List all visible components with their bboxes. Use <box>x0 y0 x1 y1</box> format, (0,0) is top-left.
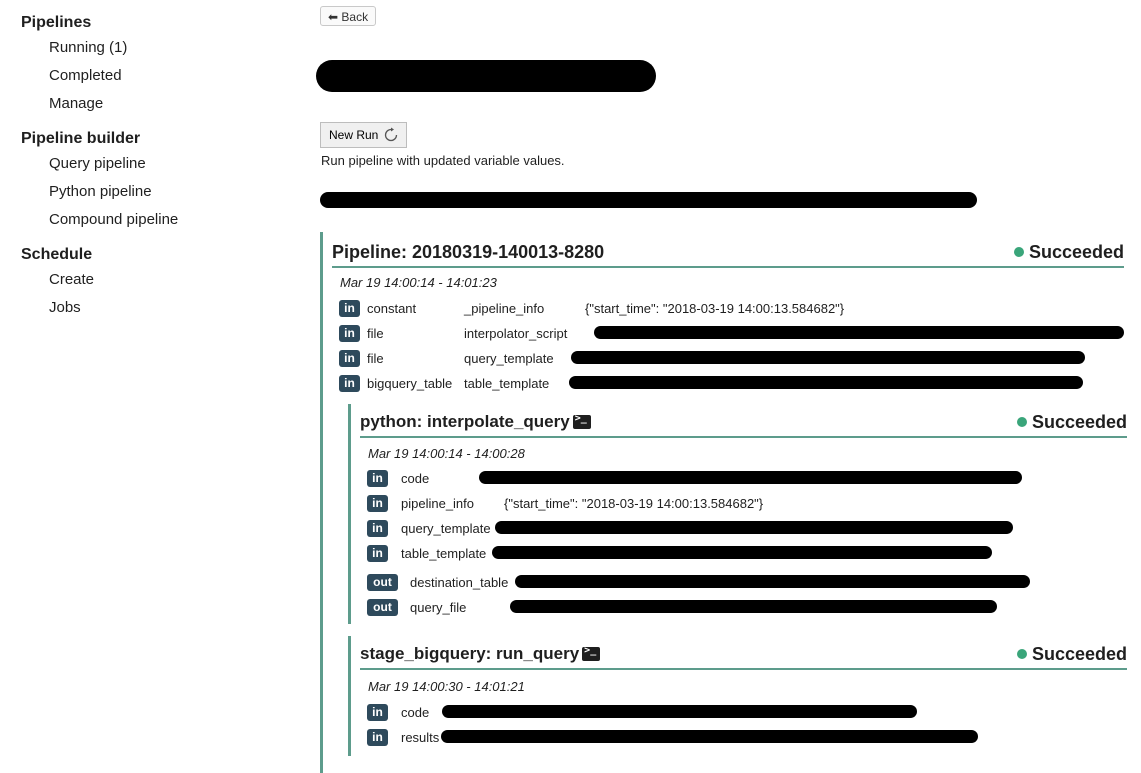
io-name: code <box>401 704 430 720</box>
in-badge: in <box>339 374 360 392</box>
success-dot-icon <box>1016 417 1027 427</box>
io-name: results <box>401 729 440 745</box>
stage-panel-run-query: stage_bigquery: run_query Succeeded Mar … <box>348 636 1127 756</box>
in-badge: in <box>339 324 360 342</box>
terminal-icon[interactable] <box>572 413 591 429</box>
input-type: bigquery_table <box>367 375 453 391</box>
input-type: file <box>367 350 384 366</box>
redacted-value <box>594 326 1124 339</box>
redacted-value <box>441 730 978 743</box>
in-badge: in <box>367 703 388 721</box>
stage-io-row: in code <box>367 469 1107 487</box>
stage-time-range: Mar 19 14:00:30 - 14:01:21 <box>368 679 525 694</box>
nav-heading-pipeline-builder: Pipeline builder <box>21 130 141 147</box>
stage-io-row: in table_template <box>367 544 1107 562</box>
pipeline-input-row: in constant _pipeline_info {"start_time"… <box>339 299 1119 317</box>
back-button[interactable]: ⬅ Back <box>320 6 377 26</box>
in-badge: in <box>339 349 360 367</box>
stage-status-label: Succeeded <box>1031 411 1127 432</box>
pipeline-title: Pipeline: 20180319-140013-8280 <box>332 241 605 262</box>
redacted-value <box>569 376 1083 389</box>
stage-status: Succeeded <box>1016 643 1127 665</box>
new-run-button[interactable]: New Run <box>320 122 408 148</box>
stage-io-row: out destination_table <box>367 573 1107 591</box>
pipeline-status: Succeeded <box>1013 241 1124 263</box>
stage-title: stage_bigquery: run_query <box>360 644 601 664</box>
stage-title: python: interpolate_query <box>360 412 591 432</box>
pipeline-input-row: in bigquery_table table_template <box>339 374 1119 392</box>
redacted-description-heading <box>320 192 977 208</box>
in-badge: in <box>367 469 388 487</box>
in-badge: in <box>367 519 388 537</box>
io-name: query_template <box>401 520 491 536</box>
pipeline-input-row: in file query_template <box>339 349 1119 367</box>
nav-item-compound-pipeline[interactable]: Compound pipeline <box>21 206 281 234</box>
nav-item-manage[interactable]: Manage <box>21 90 281 118</box>
input-name: query_template <box>464 350 554 366</box>
sidebar: Pipelines Running (1) Completed Manage P… <box>21 12 281 332</box>
stage-time-range: Mar 19 14:00:14 - 14:00:28 <box>368 446 525 461</box>
nav-item-jobs[interactable]: Jobs <box>21 294 281 322</box>
success-dot-icon <box>1016 649 1027 659</box>
input-name: _pipeline_info <box>464 300 545 316</box>
in-badge: in <box>367 494 388 512</box>
input-type: constant <box>367 300 417 316</box>
stage-io-row: in pipeline_info {"start_time": "2018-03… <box>367 494 1107 512</box>
pipeline-time-range: Mar 19 14:00:14 - 14:01:23 <box>340 275 497 290</box>
stage-io-row: in code <box>367 703 1107 721</box>
redacted-value <box>515 575 1030 588</box>
stage-title-label: python: interpolate_query <box>360 412 570 431</box>
new-run-label: New Run <box>329 128 379 142</box>
io-name: query_file <box>410 599 467 615</box>
pipeline-header: Pipeline: 20180319-140013-8280 Succeeded <box>332 238 1124 268</box>
success-dot-icon <box>1013 247 1024 257</box>
stage-status: Succeeded <box>1016 411 1127 433</box>
redacted-page-title <box>316 60 656 92</box>
stage-title-label: stage_bigquery: run_query <box>360 644 580 663</box>
redacted-value <box>442 705 917 718</box>
stage-io-row: in query_template <box>367 519 1107 537</box>
stage-header: python: interpolate_query Succeeded <box>360 408 1127 438</box>
out-badge: out <box>367 598 398 616</box>
nav-heading-schedule: Schedule <box>21 246 93 263</box>
redacted-value <box>571 351 1085 364</box>
out-badge: out <box>367 573 398 591</box>
stage-header: stage_bigquery: run_query Succeeded <box>360 640 1127 670</box>
nav-item-python-pipeline[interactable]: Python pipeline <box>21 178 281 206</box>
pipeline-panel: Pipeline: 20180319-140013-8280 Succeeded… <box>320 232 1127 773</box>
nav-group-pipeline-builder: Pipeline builder Query pipeline Python p… <box>21 128 281 234</box>
io-value: {"start_time": "2018-03-19 14:00:13.5846… <box>504 495 764 511</box>
redacted-value <box>510 600 997 613</box>
in-badge: in <box>367 544 388 562</box>
stage-status-label: Succeeded <box>1031 643 1127 664</box>
in-badge: in <box>367 728 388 746</box>
nav-group-schedule: Schedule Create Jobs <box>21 244 281 322</box>
input-name: table_template <box>464 375 550 391</box>
nav-item-completed[interactable]: Completed <box>21 62 281 90</box>
redacted-value <box>495 521 1013 534</box>
pipeline-status-label: Succeeded <box>1028 241 1124 262</box>
stage-panel-interpolate-query: python: interpolate_query Succeeded Mar … <box>348 404 1127 624</box>
redacted-value <box>492 546 992 559</box>
input-name: interpolator_script <box>464 325 568 341</box>
nav-item-running[interactable]: Running (1) <box>21 34 281 62</box>
in-badge: in <box>339 299 360 317</box>
run-description: Run pipeline with updated variable value… <box>321 153 565 168</box>
nav-group-pipelines: Pipelines Running (1) Completed Manage <box>21 12 281 118</box>
stage-io-row: out query_file <box>367 598 1107 616</box>
nav-item-query-pipeline[interactable]: Query pipeline <box>21 150 281 178</box>
io-name: destination_table <box>410 574 509 590</box>
input-value: {"start_time": "2018-03-19 14:00:13.5846… <box>585 300 845 316</box>
nav-item-create[interactable]: Create <box>21 266 281 294</box>
redacted-value <box>479 471 1022 484</box>
terminal-icon[interactable] <box>582 645 601 661</box>
refresh-icon <box>382 126 400 144</box>
io-name: table_template <box>401 545 487 561</box>
io-name: code <box>401 470 430 486</box>
input-type: file <box>367 325 384 341</box>
stage-io-row: in results <box>367 728 1107 746</box>
pipeline-input-row: in file interpolator_script <box>339 324 1124 342</box>
nav-heading-pipelines: Pipelines <box>21 14 92 31</box>
io-name: pipeline_info <box>401 495 475 511</box>
